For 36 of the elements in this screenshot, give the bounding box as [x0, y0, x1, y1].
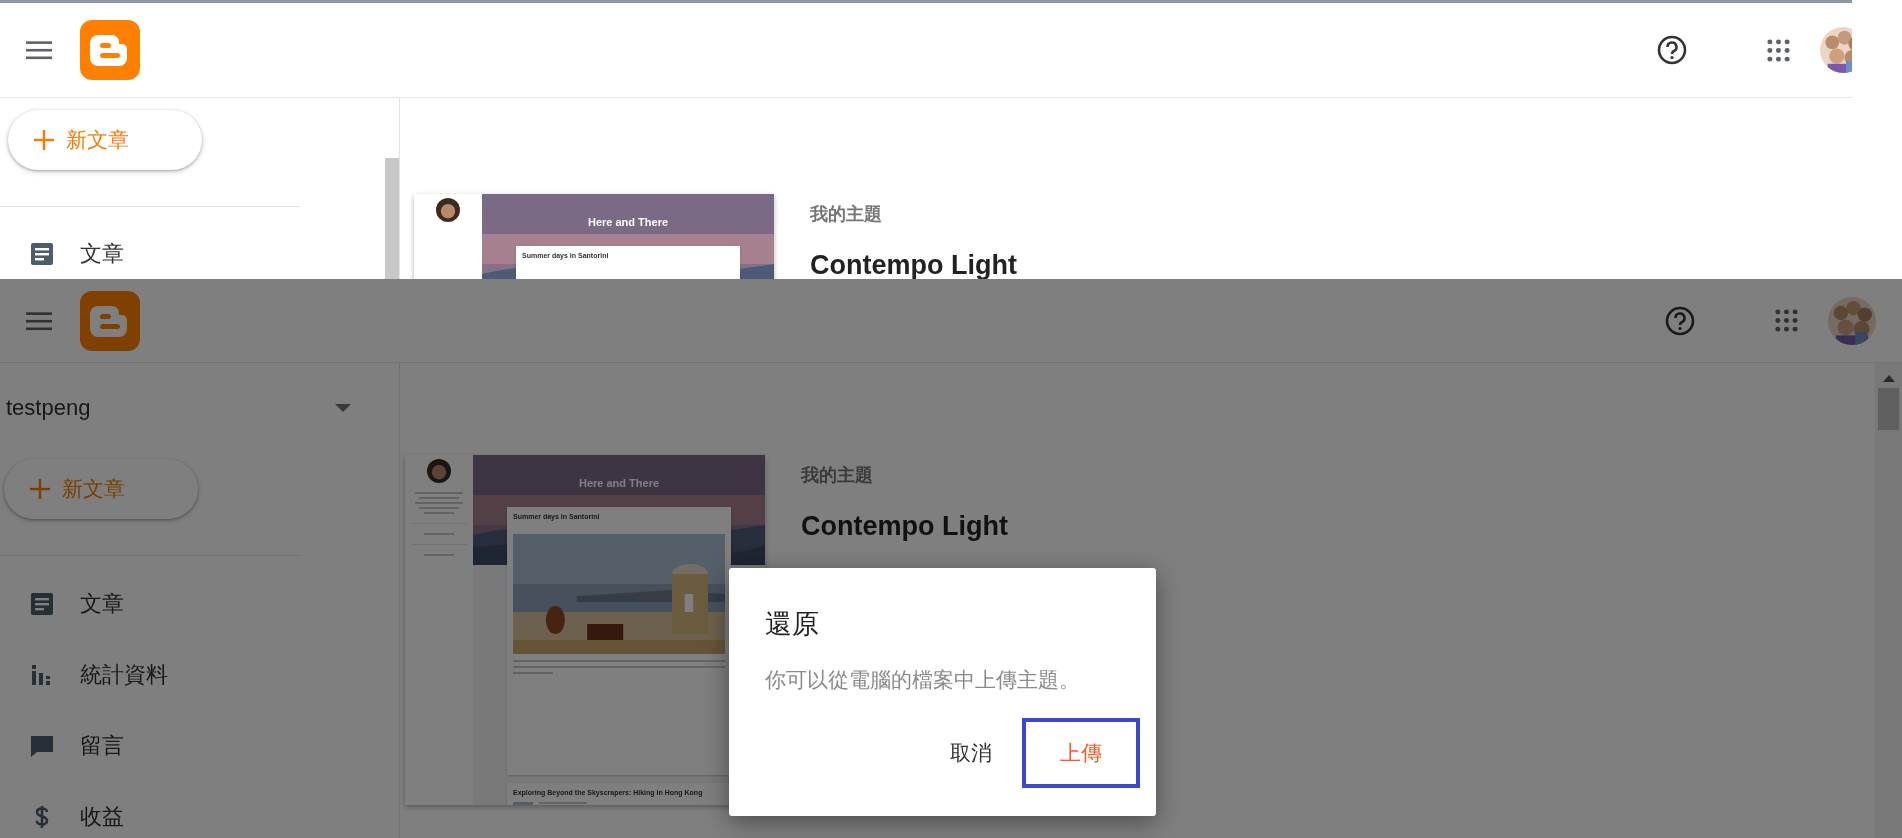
dialog-message: 你可以從電腦的檔案中上傳主題。	[765, 667, 1081, 693]
new-post-button[interactable]: 新文章	[8, 110, 202, 170]
plus-icon	[34, 130, 54, 150]
comment-icon	[30, 733, 54, 758]
scrollbar-thumb[interactable]	[1878, 388, 1899, 430]
dropdown-caret-icon[interactable]	[335, 404, 351, 412]
nav-item[interactable]: 文章	[0, 568, 399, 639]
apps-icon[interactable]	[1775, 309, 1798, 332]
nav-item[interactable]: 收益	[0, 781, 399, 838]
nav-item[interactable]: 留言	[0, 710, 399, 781]
cancel-button[interactable]: 取消	[940, 718, 1002, 788]
author-avatar	[436, 198, 460, 222]
theme-name: Contempo Light	[810, 250, 1017, 279]
blog-title: Here and There	[578, 477, 660, 491]
nav-item[interactable]: 統計資料	[0, 639, 399, 710]
apps-icon[interactable]	[1767, 38, 1790, 62]
plus-icon	[30, 479, 50, 499]
scroll-up-icon[interactable]	[1882, 375, 1895, 382]
section-label: 我的主題	[810, 203, 883, 226]
author-avatar	[427, 459, 451, 483]
document-icon	[30, 242, 54, 266]
dialog-title: 還原	[765, 608, 820, 641]
avatar[interactable]	[1828, 296, 1876, 345]
blogger-logo[interactable]	[80, 290, 140, 351]
blog-selector[interactable]: testpeng	[6, 395, 91, 421]
menu-icon[interactable]	[26, 310, 52, 331]
theme-name: Contempo Light	[801, 511, 1008, 542]
menu-icon[interactable]	[26, 40, 52, 60]
nav-item[interactable]: 文章	[0, 231, 320, 277]
blogger-logo[interactable]	[80, 20, 140, 80]
section-label: 我的主題	[801, 464, 874, 487]
document-icon	[30, 591, 54, 616]
help-icon[interactable]	[1657, 35, 1687, 65]
scrollbar-thumb[interactable]	[385, 158, 399, 279]
upload-button[interactable]: 上傳	[1022, 718, 1140, 788]
blog-title: Here and There	[587, 216, 669, 230]
